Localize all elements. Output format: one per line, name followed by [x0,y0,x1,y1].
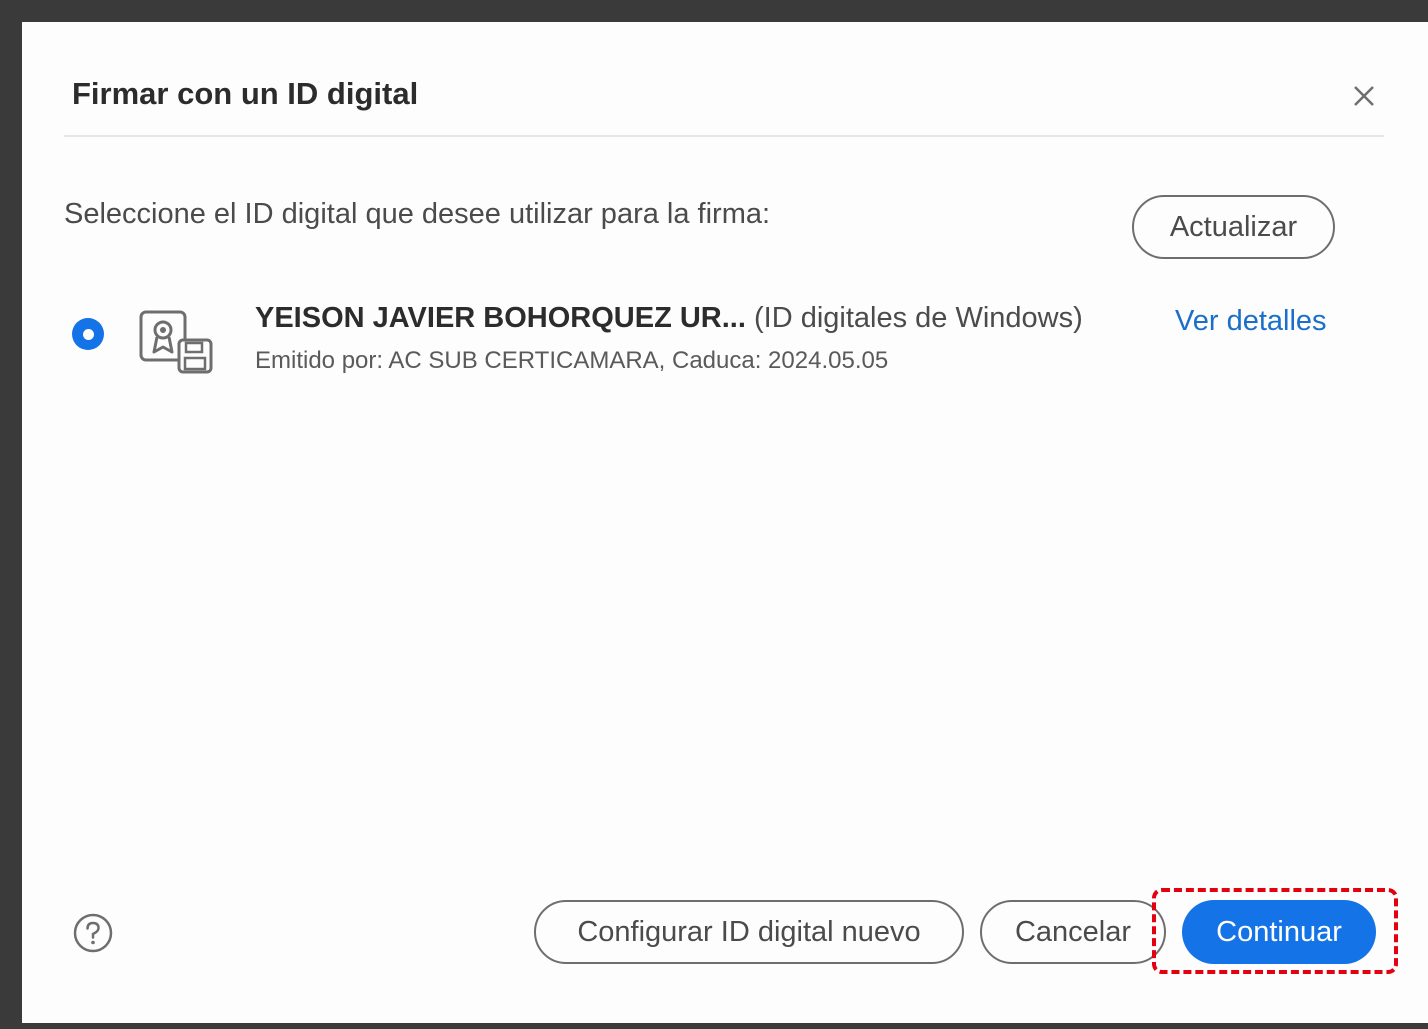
title-divider [64,135,1384,137]
digital-id-name: YEISON JAVIER BOHORQUEZ UR... [255,302,746,334]
dialog-title: Firmar con un ID digital [72,76,419,111]
certificate-icon [139,310,213,374]
refresh-button[interactable]: Actualizar [1132,195,1335,259]
radio-selected-dot [82,328,94,340]
help-icon[interactable] [72,912,114,954]
cancel-button[interactable]: Cancelar [980,900,1166,964]
select-id-prompt: Seleccione el ID digital que desee utili… [64,198,771,230]
digital-id-radio[interactable] [72,318,104,350]
sign-digital-id-dialog: Firmar con un ID digital Seleccione el I… [22,22,1428,1023]
close-button[interactable] [1344,76,1384,116]
view-details-link[interactable]: Ver detalles [1175,305,1327,338]
continue-button[interactable]: Continuar [1182,900,1376,964]
close-icon [1354,86,1374,106]
configure-new-id-button[interactable]: Configurar ID digital nuevo [534,900,964,964]
digital-id-title: YEISON JAVIER BOHORQUEZ UR... (ID digita… [255,302,1083,335]
digital-id-issuer: Emitido por: AC SUB CERTICAMARA, Caduca:… [255,347,889,374]
digital-id-source: (ID digitales de Windows) [753,302,1083,334]
